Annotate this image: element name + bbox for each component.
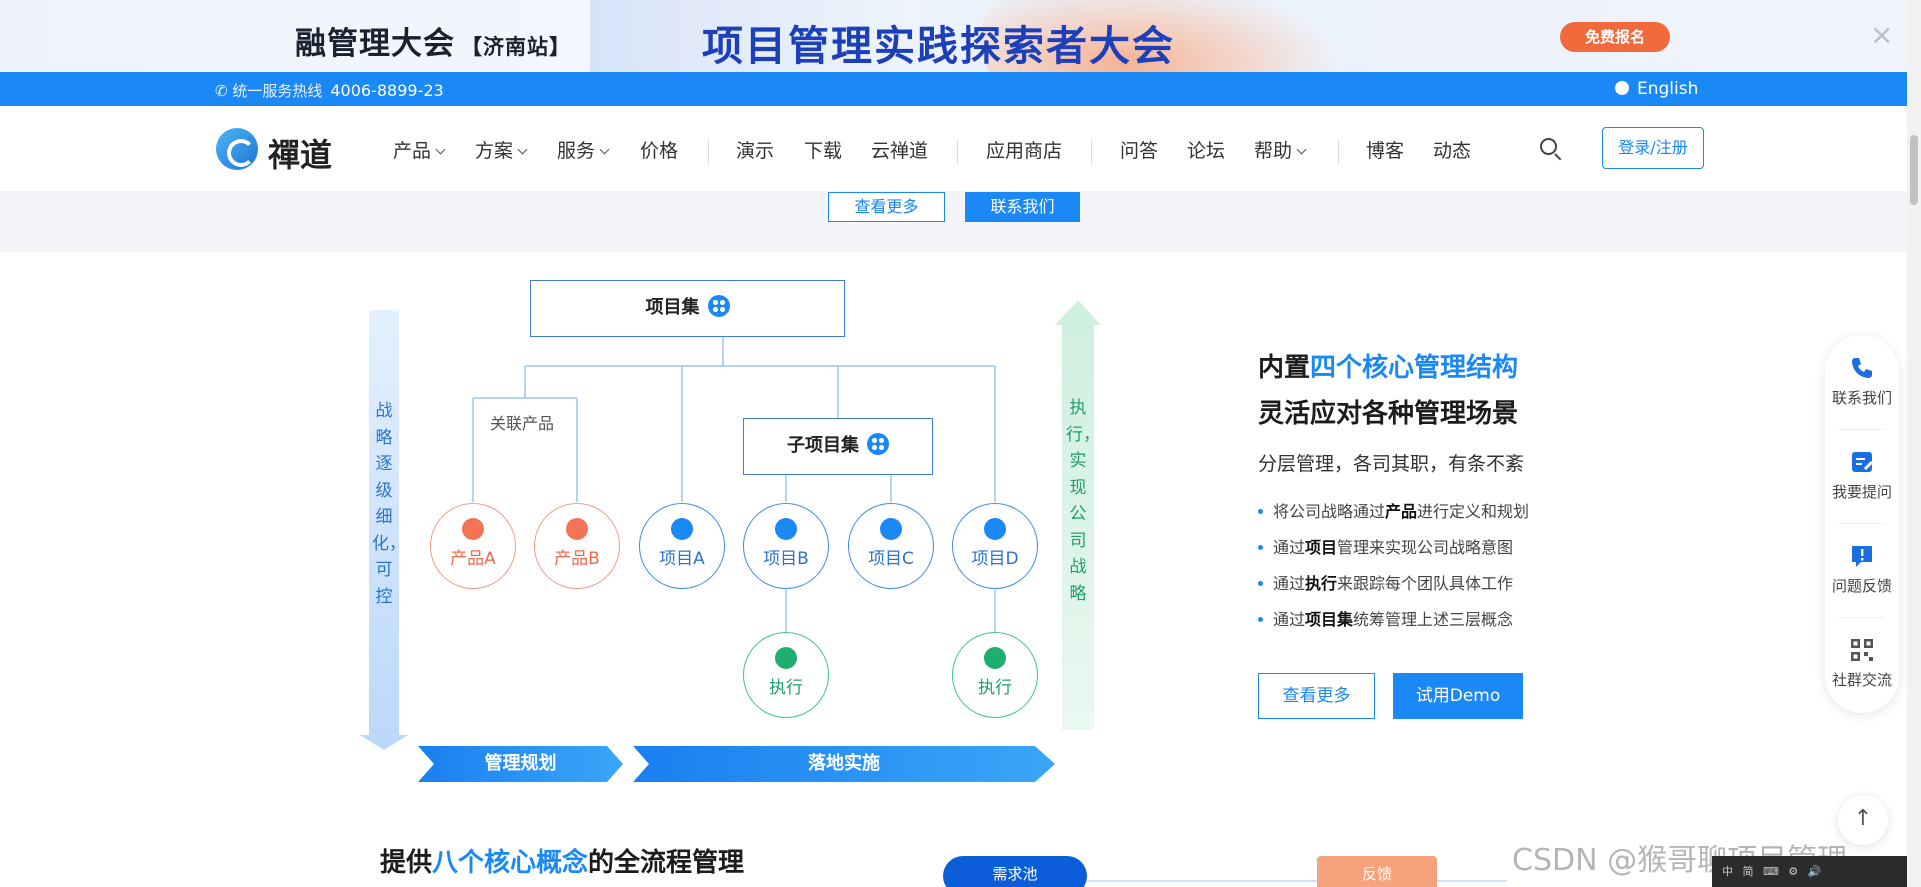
planning-bar: 管理规划 (484, 753, 557, 774)
nav-item-download[interactable]: 下载 (804, 136, 842, 163)
scrollbar-thumb[interactable] (1910, 135, 1918, 205)
project-icon (671, 518, 693, 540)
chevron-down-icon (435, 144, 446, 155)
program-set-box: 项目集 (530, 280, 845, 337)
project-icon (775, 518, 797, 540)
hotline: ✆ 统一服务热线 4006-8899-23 (215, 81, 444, 100)
list-item: 通过执行来跟踪每个团队具体工作 (1258, 566, 1529, 602)
community-float[interactable]: 社群交流 (1825, 637, 1899, 690)
feature-description: 内置四个核心管理结构 灵活应对各种管理场景 分层管理，各司其职，有条不紊 将公司… (1258, 345, 1529, 719)
sub-program-set-box: 子项目集 (743, 418, 933, 475)
phone-icon: ✆ (215, 82, 233, 100)
top-info-bar: ✆ 统一服务热线 4006-8899-23 English (0, 72, 1907, 106)
related-products-label: 关联产品 (490, 414, 555, 433)
product-node-b: 产品B (534, 503, 620, 589)
qr-code-icon (1851, 639, 1873, 661)
contact-us-float[interactable]: 联系我们 (1825, 355, 1899, 408)
previous-section-footer: 查看更多 联系我们 (0, 192, 1907, 252)
list-item: 通过项目集统筹管理上述三层概念 (1258, 602, 1529, 638)
right-vertical-text: 执行，实现公司战略 (1066, 398, 1100, 604)
feedback-float[interactable]: 问题反馈 (1825, 543, 1899, 596)
floating-contact-bar: 联系我们 我要提问 问题反馈 社群交流 (1825, 335, 1899, 713)
system-tray: 中 简 ⌨ ⚙ 🔊 (1712, 856, 1907, 887)
chevron-down-icon (599, 144, 610, 155)
nav-item-solutions[interactable]: 方案 (475, 136, 528, 163)
nav-item-qa[interactable]: 问答 (1120, 136, 1158, 163)
project-node-c: 项目C (848, 503, 934, 589)
main-navigation: 禪道 产品 方案 服务 价格 演示 下载 云禅道 应用商店 问答 论坛 帮助 博… (0, 106, 1907, 192)
execute-node-2: 执行 (952, 632, 1038, 718)
phone-icon (1852, 358, 1872, 378)
nav-item-app-store[interactable]: 应用商店 (986, 136, 1062, 163)
nav-item-products[interactable]: 产品 (393, 136, 446, 163)
login-register-button[interactable]: 登录/注册 (1602, 127, 1704, 169)
product-icon (566, 518, 588, 540)
edit-icon (1852, 452, 1873, 472)
view-more-button-top[interactable]: 查看更多 (828, 192, 945, 222)
project-icon (984, 518, 1006, 540)
project-node-a: 项目A (639, 503, 725, 589)
list-item: 通过项目管理来实现公司战略意图 (1258, 530, 1529, 566)
nav-item-services[interactable]: 服务 (557, 136, 610, 163)
product-icon (462, 518, 484, 540)
globe-icon (1615, 81, 1629, 95)
implementation-bar: 落地实施 (808, 753, 880, 774)
runner-icon (984, 647, 1006, 669)
project-node-d: 项目D (952, 503, 1038, 589)
page-scrollbar[interactable] (1907, 0, 1921, 887)
nav-item-news[interactable]: 动态 (1433, 136, 1471, 163)
contact-us-button-top[interactable]: 联系我们 (965, 192, 1080, 222)
banner-signup-button[interactable]: 免费报名 (1560, 22, 1670, 52)
feature-bullet-list: 将公司战略通过产品进行定义和规划 通过项目管理来实现公司战略意图 通过执行来跟踪… (1258, 494, 1529, 638)
product-node-a: 产品A (430, 503, 516, 589)
language-switch[interactable]: English (1615, 79, 1698, 99)
project-node-b: 项目B (743, 503, 829, 589)
chevron-down-icon (517, 144, 528, 155)
alert-message-icon (1852, 546, 1872, 567)
runner-icon (775, 647, 797, 669)
close-icon[interactable]: × (1870, 18, 1893, 51)
nav-item-pricing[interactable]: 价格 (640, 136, 678, 163)
hotline-number[interactable]: 4006-8899-23 (330, 81, 443, 100)
feature-subheading: 分层管理，各司其职，有条不紊 (1258, 453, 1525, 475)
search-icon[interactable] (1540, 138, 1562, 161)
banner-title-main: 项目管理实践探索者大会 (702, 22, 1175, 70)
left-vertical-text: 战略逐级细化，可控 (372, 401, 406, 607)
try-demo-button[interactable]: 试用Demo (1393, 673, 1523, 719)
nav-item-help[interactable]: 帮助 (1254, 136, 1307, 163)
project-icon (880, 518, 902, 540)
feature-heading-line2: 灵活应对各种管理场景 (1258, 399, 1519, 429)
nav-item-cloud[interactable]: 云禅道 (871, 136, 928, 163)
list-item: 将公司战略通过产品进行定义和规划 (1258, 494, 1529, 530)
requirement-pool-node: 需求池 (943, 856, 1087, 887)
feedback-node: 反馈 (1317, 856, 1437, 887)
chevron-down-icon (1296, 144, 1307, 155)
nav-item-blog[interactable]: 博客 (1366, 136, 1404, 163)
feature-heading: 内置四个核心管理结构 (1258, 353, 1519, 383)
nav-item-forum[interactable]: 论坛 (1187, 136, 1225, 163)
section-title: 提供八个核心概念的全流程管理 (380, 848, 745, 878)
execute-node-1: 执行 (743, 632, 829, 718)
program-set-icon (707, 295, 730, 317)
zentao-logo[interactable]: 禪道 (216, 126, 361, 174)
ask-question-float[interactable]: 我要提问 (1825, 449, 1899, 502)
program-set-icon (867, 433, 889, 455)
management-structure-diagram: 项目集 关联产品 子项目集 产品A 产品B 项目A 项目B 项目C 项目D 执行… (355, 270, 1115, 790)
view-more-button[interactable]: 查看更多 (1258, 673, 1375, 719)
nav-item-demo[interactable]: 演示 (736, 136, 774, 163)
promo-banner[interactable]: 融管理大会 【济南站】 项目管理实践探索者大会 免费报名 × (0, 0, 1907, 72)
banner-title-left: 融管理大会 【济南站】 (295, 26, 571, 62)
